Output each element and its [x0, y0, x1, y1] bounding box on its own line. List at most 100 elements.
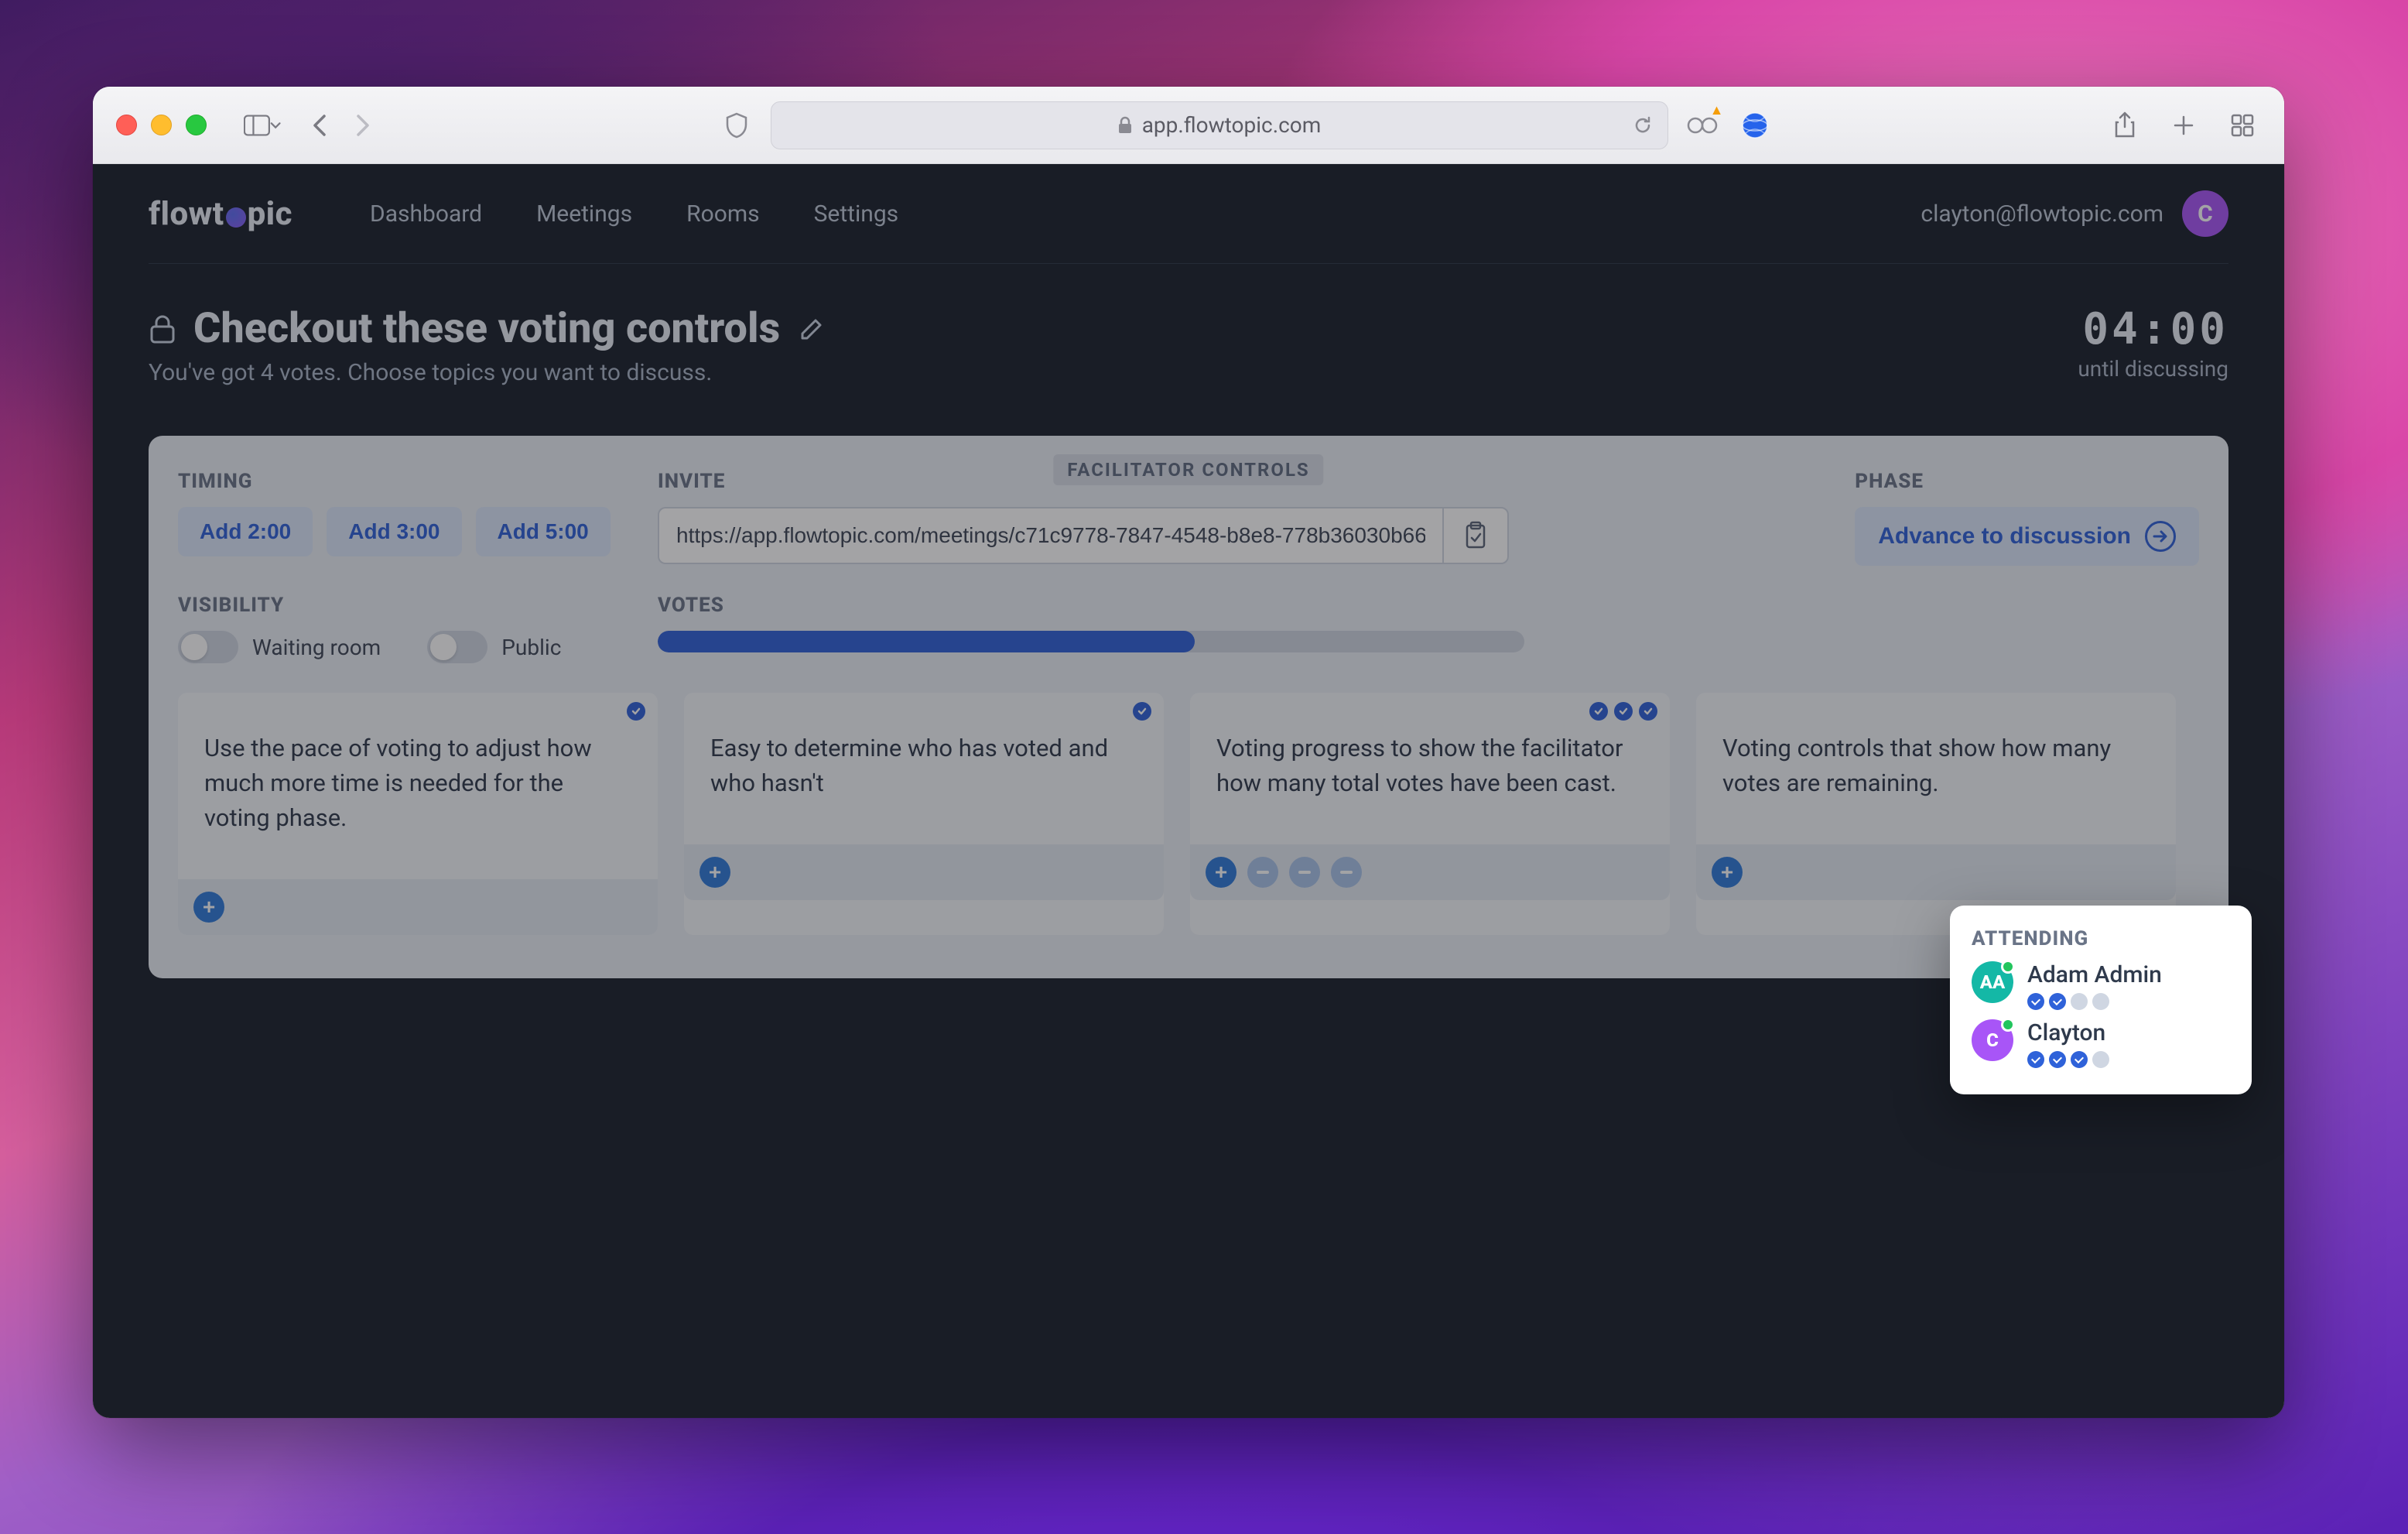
- add-vote-button[interactable]: +: [699, 857, 730, 888]
- attendee-avatar: AA: [1972, 961, 2013, 1003]
- presence-indicator: [2001, 960, 2015, 974]
- forward-button[interactable]: [344, 107, 381, 144]
- attendee-row: C Clayton: [1972, 1019, 2230, 1068]
- vote-used-icon: [2049, 993, 2066, 1010]
- timer-label: until discussing: [2078, 356, 2228, 382]
- lock-icon: [149, 313, 176, 344]
- attending-label: ATTENDING: [1972, 927, 2230, 950]
- logo-dot-icon: [226, 207, 246, 228]
- arrow-right-circle-icon: [2145, 521, 2176, 552]
- attendee-vote-dots: [2027, 993, 2230, 1010]
- nav-dashboard[interactable]: Dashboard: [370, 200, 482, 228]
- presence-indicator: [2001, 1018, 2015, 1032]
- add-vote-button[interactable]: +: [193, 892, 224, 923]
- address-bar[interactable]: app.flowtopic.com: [771, 101, 1668, 149]
- invite-url-input[interactable]: [658, 507, 1442, 564]
- window-controls: [116, 115, 207, 135]
- vote-check-icon: [1639, 702, 1657, 721]
- logo-text-left: flowt: [149, 195, 224, 233]
- facilitator-panel: FACILITATOR CONTROLS TIMING Add 2:00 Add…: [149, 436, 2228, 978]
- topic-card[interactable]: Easy to determine who has voted and who …: [684, 693, 1164, 935]
- page-title: Checkout these voting controls: [193, 304, 780, 353]
- add-vote-button[interactable]: +: [1712, 857, 1743, 888]
- topic-card[interactable]: Use the pace of voting to adjust how muc…: [178, 693, 658, 935]
- page-subtitle: You've got 4 votes. Choose topics you wa…: [149, 359, 2078, 386]
- vote-used-icon: [2071, 1051, 2088, 1068]
- extensions-icon[interactable]: ▲: [1684, 107, 1721, 144]
- timer-value: 04:00: [2078, 304, 2228, 354]
- user-email[interactable]: clayton@flowtopic.com: [1921, 200, 2163, 228]
- close-window-button[interactable]: [116, 115, 137, 135]
- edit-icon[interactable]: [797, 314, 826, 344]
- nav-meetings[interactable]: Meetings: [536, 200, 632, 228]
- add-time-2-button[interactable]: Add 2:00: [178, 507, 313, 556]
- phase-timer: 04:00 until discussing: [2078, 304, 2228, 382]
- attendee-row: AA Adam Admin: [1972, 961, 2230, 1010]
- vote-check-icon: [1133, 702, 1151, 721]
- vote-used-icon: [2027, 993, 2044, 1010]
- nav-rooms[interactable]: Rooms: [686, 200, 760, 228]
- vote-check-icon: [1589, 702, 1608, 721]
- add-time-5-button[interactable]: Add 5:00: [476, 507, 611, 556]
- topic-text: Easy to determine who has voted and who …: [684, 725, 1164, 844]
- vote-used-icon: [2027, 1051, 2044, 1068]
- advance-phase-button[interactable]: Advance to discussion: [1855, 507, 2199, 566]
- visibility-label: VISIBILITY: [178, 594, 611, 617]
- page-viewport: flowt pic Dashboard Meetings Rooms Settin…: [93, 164, 2284, 1418]
- topic-text: Voting progress to show the facilitator …: [1190, 725, 1670, 844]
- main-nav: Dashboard Meetings Rooms Settings: [370, 200, 898, 228]
- add-time-3-button[interactable]: Add 3:00: [327, 507, 461, 556]
- attendee-name: Clayton: [2027, 1019, 2230, 1046]
- sidebar-toggle-button[interactable]: [244, 107, 281, 144]
- public-label: Public: [501, 635, 561, 660]
- share-icon[interactable]: [2106, 107, 2143, 144]
- topic-card[interactable]: Voting controls that show how many votes…: [1696, 693, 2176, 935]
- safari-window: app.flowtopic.com ▲ flowt pic Dashboard: [93, 87, 2284, 1418]
- extension-globe-icon[interactable]: [1736, 107, 1774, 144]
- topic-card[interactable]: Voting progress to show the facilitator …: [1190, 693, 1670, 935]
- attendee-name: Adam Admin: [2027, 961, 2230, 988]
- public-toggle[interactable]: [427, 631, 487, 663]
- timing-label: TIMING: [178, 470, 611, 493]
- votes-progress-bar: [658, 631, 1524, 652]
- votes-label: VOTES: [658, 594, 1874, 617]
- copy-invite-button[interactable]: [1442, 507, 1509, 564]
- add-vote-button[interactable]: +: [1206, 857, 1236, 888]
- facilitator-badge: FACILITATOR CONTROLS: [1053, 454, 1323, 485]
- vote-check-icon: [627, 702, 645, 721]
- vote-empty-icon: [2071, 993, 2088, 1010]
- waiting-room-label: Waiting room: [252, 635, 381, 660]
- app-header: flowt pic Dashboard Meetings Rooms Settin…: [93, 164, 2284, 263]
- remove-vote-button[interactable]: [1331, 857, 1362, 888]
- minimize-window-button[interactable]: [151, 115, 172, 135]
- reload-icon[interactable]: [1632, 115, 1654, 136]
- nav-settings[interactable]: Settings: [814, 200, 899, 228]
- privacy-report-icon[interactable]: [718, 107, 755, 144]
- attending-panel: ATTENDING AA Adam Admin C Clayton: [1950, 906, 2252, 1094]
- vote-empty-icon: [2092, 993, 2109, 1010]
- lock-icon: [1117, 116, 1133, 135]
- url-host: app.flowtopic.com: [1142, 112, 1322, 138]
- vote-used-icon: [2049, 1051, 2066, 1068]
- browser-toolbar: app.flowtopic.com ▲: [93, 87, 2284, 164]
- vote-check-icon: [1614, 702, 1633, 721]
- logo-text-right: pic: [248, 195, 292, 233]
- advance-phase-label: Advance to discussion: [1878, 523, 2131, 550]
- waiting-room-toggle[interactable]: [178, 631, 238, 663]
- remove-vote-button[interactable]: [1247, 857, 1278, 888]
- attendee-avatar: C: [1972, 1019, 2013, 1061]
- user-avatar[interactable]: C: [2182, 190, 2228, 237]
- clipboard-icon: [1462, 521, 1489, 550]
- topic-text: Voting controls that show how many votes…: [1696, 725, 2176, 844]
- new-tab-icon[interactable]: [2165, 107, 2202, 144]
- zoom-window-button[interactable]: [186, 115, 207, 135]
- topic-text: Use the pace of voting to adjust how muc…: [178, 725, 658, 879]
- phase-label: PHASE: [1855, 470, 2199, 493]
- topic-cards: Use the pace of voting to adjust how muc…: [178, 693, 2199, 935]
- remove-vote-button[interactable]: [1289, 857, 1320, 888]
- vote-empty-icon: [2092, 1051, 2109, 1068]
- tab-overview-icon[interactable]: [2224, 107, 2261, 144]
- attendee-vote-dots: [2027, 1051, 2230, 1068]
- app-logo[interactable]: flowt pic: [149, 195, 292, 233]
- back-button[interactable]: [301, 107, 338, 144]
